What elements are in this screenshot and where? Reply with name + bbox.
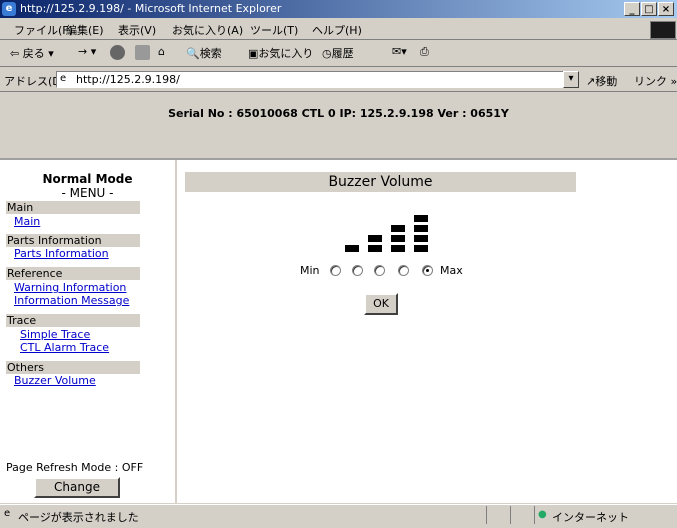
address-dropdown-button[interactable]: ▾: [563, 71, 579, 88]
back-button[interactable]: ⇦ 戻る ▾: [10, 45, 54, 61]
windows-logo-icon: [650, 21, 676, 39]
volume-level-block: [391, 225, 405, 232]
section-reference: Reference: [6, 267, 140, 280]
globe-icon: ●: [538, 509, 547, 520]
status-divider: [510, 506, 511, 524]
max-label: Max: [440, 264, 463, 277]
section-trace: Trace: [6, 314, 140, 327]
search-icon: 🔍: [186, 47, 200, 60]
status-text: ページが表示されました: [18, 511, 139, 524]
volume-level-column: [368, 205, 382, 253]
volume-radio-5[interactable]: [422, 265, 433, 276]
go-label: 移動: [595, 75, 618, 88]
ie-logo-icon: e: [2, 2, 16, 16]
home-icon: ⌂: [158, 45, 165, 58]
menu-edit[interactable]: 編集(E): [66, 22, 104, 38]
page-icon: e: [60, 73, 67, 84]
header-frame: [0, 92, 677, 160]
link-information-message[interactable]: Information Message: [14, 294, 129, 307]
title-bar: e http://125.2.9.198/ - Microsoft Intern…: [0, 0, 677, 18]
link-ctl-alarm-trace[interactable]: CTL Alarm Trace: [20, 341, 109, 354]
link-simple-trace[interactable]: Simple Trace: [20, 328, 90, 341]
menu-title: - MENU -: [61, 186, 114, 200]
volume-level-block: [345, 245, 359, 252]
link-main[interactable]: Main: [14, 215, 40, 228]
change-button[interactable]: Change: [34, 477, 120, 498]
menu-file[interactable]: ファイル(F): [14, 22, 73, 38]
volume-radio-4[interactable]: [398, 265, 409, 276]
refresh-icon: [135, 45, 150, 60]
close-button[interactable]: ×: [658, 2, 674, 16]
favorites-icon: ▣: [248, 47, 259, 60]
refresh-mode-label: Page Refresh Mode : OFF: [6, 461, 144, 474]
ok-button[interactable]: OK: [364, 293, 398, 315]
status-page-icon: e: [4, 508, 11, 519]
status-divider: [534, 506, 535, 524]
min-label: Min: [300, 264, 320, 277]
volume-level-block: [368, 235, 382, 242]
back-label: 戻る: [22, 47, 45, 60]
volume-radio-1[interactable]: [330, 265, 341, 276]
status-zone: インターネット: [552, 511, 629, 524]
volume-level-block: [391, 235, 405, 242]
menu-help[interactable]: ヘルプ(H): [312, 22, 362, 38]
link-parts-information[interactable]: Parts Information: [14, 247, 109, 260]
mail-icon: ✉: [392, 45, 402, 58]
links-button[interactable]: リンク »: [634, 73, 677, 89]
volume-level-block: [414, 215, 428, 222]
volume-level-column: [391, 205, 405, 253]
volume-level-column: [322, 205, 336, 253]
volume-level-block: [368, 245, 382, 252]
link-warning-information[interactable]: Warning Information: [14, 281, 126, 294]
print-icon: ⎙: [420, 45, 429, 58]
history-icon: ◷: [322, 47, 332, 60]
link-buzzer-volume[interactable]: Buzzer Volume: [14, 374, 96, 387]
section-main: Main: [6, 201, 140, 214]
menu-tools[interactable]: ツール(T): [250, 22, 298, 38]
forward-arrow-icon: →: [78, 45, 88, 58]
menu-favorites[interactable]: お気に入り(A): [172, 22, 243, 38]
back-arrow-icon: ⇦: [10, 47, 20, 60]
history-button[interactable]: ◷履歴: [322, 45, 354, 61]
menu-view[interactable]: 表示(V): [118, 22, 156, 38]
stop-button[interactable]: [110, 45, 125, 60]
print-button[interactable]: ⎙: [420, 45, 429, 59]
serial-info: Serial No : 65010068 CTL 0 IP: 125.2.9.1…: [168, 107, 509, 120]
section-parts: Parts Information: [6, 234, 140, 247]
volume-level-graphic: [322, 205, 436, 257]
stop-icon: [110, 45, 125, 60]
address-url: http://125.2.9.198/: [76, 73, 180, 86]
home-button[interactable]: ⌂: [158, 45, 165, 58]
minimize-button[interactable]: _: [624, 2, 640, 16]
forward-button[interactable]: → ▾: [78, 45, 96, 58]
maximize-button[interactable]: □: [641, 2, 657, 16]
go-button[interactable]: ↗移動: [586, 73, 617, 89]
go-arrow-icon: ↗: [586, 75, 596, 88]
favorites-label: お気に入り: [258, 47, 314, 60]
volume-radio-2[interactable]: [352, 265, 363, 276]
volume-level-column: [414, 205, 428, 253]
volume-level-block: [414, 225, 428, 232]
volume-level-block: [391, 245, 405, 252]
history-label: 履歴: [331, 47, 354, 60]
section-others: Others: [6, 361, 140, 374]
mode-title: Normal Mode: [42, 172, 133, 186]
window-title: http://125.2.9.198/ - Microsoft Internet…: [20, 2, 282, 15]
favorites-button[interactable]: ▣お気に入り: [248, 45, 313, 61]
mail-button[interactable]: ✉▾: [392, 45, 407, 58]
volume-radio-3[interactable]: [374, 265, 385, 276]
refresh-button[interactable]: [135, 45, 150, 60]
search-button[interactable]: 🔍検索: [186, 45, 222, 61]
panel-title: Buzzer Volume: [185, 172, 576, 192]
search-label: 検索: [199, 47, 222, 60]
status-divider: [486, 506, 487, 524]
volume-level-block: [414, 245, 428, 252]
volume-level-block: [414, 235, 428, 242]
volume-level-column: [345, 205, 359, 253]
